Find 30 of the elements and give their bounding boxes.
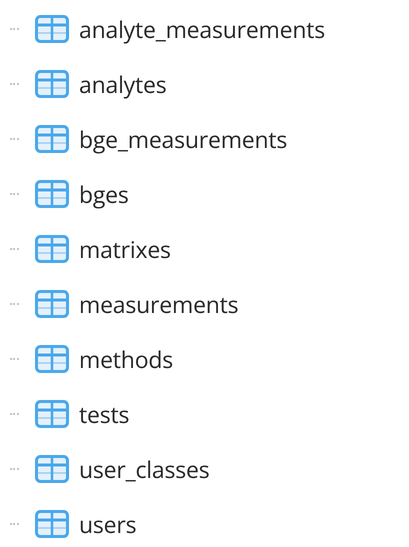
table-icon — [35, 14, 69, 42]
table-icon — [35, 454, 69, 482]
table-icon — [35, 290, 69, 318]
table-name[interactable]: analyte_measurements — [79, 12, 326, 44]
tree-connector — [10, 302, 19, 304]
tree-connector — [10, 138, 19, 140]
tree-connector — [10, 412, 19, 414]
tree-connector — [10, 358, 19, 360]
table-icon — [35, 124, 69, 152]
table-name[interactable]: bges — [79, 178, 129, 210]
table-icon — [35, 180, 69, 208]
tree-connector — [10, 468, 19, 470]
table-name[interactable]: tests — [79, 398, 130, 430]
table-icon — [35, 70, 69, 98]
table-name[interactable]: user_classes — [79, 452, 210, 484]
table-icon — [35, 400, 69, 428]
tree-connector — [10, 522, 19, 524]
tree-connector — [10, 248, 19, 250]
table-icon — [35, 510, 69, 538]
tree-connector — [10, 28, 19, 30]
table-name[interactable]: measurements — [79, 288, 238, 320]
table-icon — [35, 344, 69, 372]
table-name[interactable]: analytes — [79, 68, 166, 100]
table-name[interactable]: bge_measurements — [79, 122, 288, 154]
tree-connector — [10, 192, 19, 194]
table-name[interactable]: users — [79, 508, 136, 540]
tree-connector — [10, 82, 19, 84]
table-name[interactable]: methods — [79, 342, 173, 374]
table-name[interactable]: matrixes — [79, 232, 171, 264]
table-icon — [35, 234, 69, 262]
